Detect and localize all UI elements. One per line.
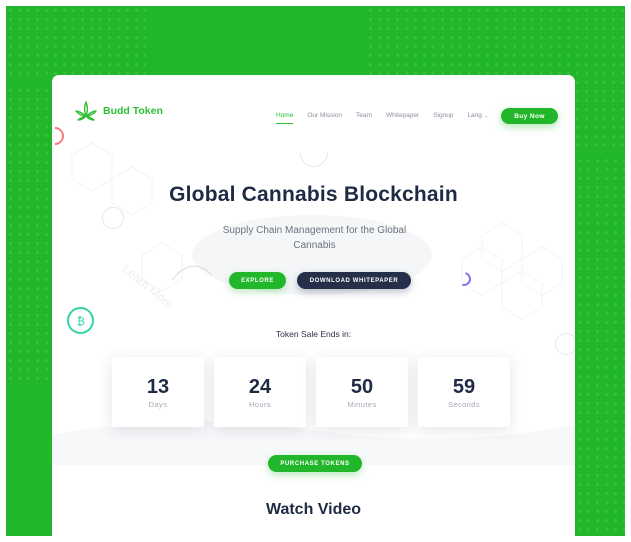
main-nav: Home Our Mission Team Whitepaper Signup … xyxy=(276,112,489,124)
countdown-days: 13 Days xyxy=(112,357,204,427)
countdown-value: 13 xyxy=(146,375,170,398)
nav-item-our-mission[interactable]: Our Mission xyxy=(307,112,342,119)
countdown-unit: Days xyxy=(148,399,168,409)
countdown-unit: Hours xyxy=(248,399,271,409)
countdown-value: 50 xyxy=(350,375,374,398)
brand-name: Budd Token xyxy=(103,105,163,117)
nav-item-whitepaper[interactable]: Whitepaper xyxy=(386,112,419,119)
dot-pattern xyxy=(6,6,146,76)
nav-item-team[interactable]: Team xyxy=(356,112,372,119)
lang-label: Lang xyxy=(467,112,482,119)
purchase-tokens-button[interactable]: PURCHASE TOKENS xyxy=(268,455,362,472)
countdown-minutes: 50 Minutes xyxy=(316,357,408,427)
hero-subtitle: Supply Chain Management for the Global C… xyxy=(222,225,407,251)
download-whitepaper-button[interactable]: DOWNLOAD WHITEPAPER xyxy=(297,272,411,289)
bitcoin-coin-icon xyxy=(102,207,124,229)
buy-now-button[interactable]: Buy Now xyxy=(501,108,558,124)
hero-title: Global Cannabis Blockchain xyxy=(169,183,458,206)
countdown-value: 59 xyxy=(452,375,476,398)
watch-video-heading: Watch Video xyxy=(265,501,362,518)
svg-text:₿: ₿ xyxy=(76,315,84,328)
token-sale-label: Token Sale Ends in: xyxy=(275,329,352,339)
countdown-value: 24 xyxy=(248,375,272,398)
countdown-unit: Minutes xyxy=(347,399,377,409)
nav-item-lang-dropdown[interactable]: Lang ⌄ xyxy=(467,112,488,119)
nav-item-home[interactable]: Home xyxy=(276,112,294,124)
dot-pattern xyxy=(6,86,51,386)
countdown-unit: Seconds xyxy=(448,399,480,409)
countdown-timer: 13 Days 24 Hours 50 Minutes 59 Seconds xyxy=(112,357,510,427)
explore-button[interactable]: EXPLORE xyxy=(229,272,286,289)
chevron-down-icon: ⌄ xyxy=(482,113,489,119)
svg-text:Learn More: Learn More xyxy=(120,262,176,312)
landing-page-card: Learn More ₿ Budd Token Home Our Mission… xyxy=(52,75,575,537)
countdown-hours: 24 Hours xyxy=(214,357,306,427)
brand-logo[interactable]: Budd Token xyxy=(74,100,163,122)
countdown-seconds: 59 Seconds xyxy=(418,357,510,427)
nav-item-signup[interactable]: Signup xyxy=(433,112,453,119)
cannabis-leaf-icon xyxy=(75,101,97,121)
